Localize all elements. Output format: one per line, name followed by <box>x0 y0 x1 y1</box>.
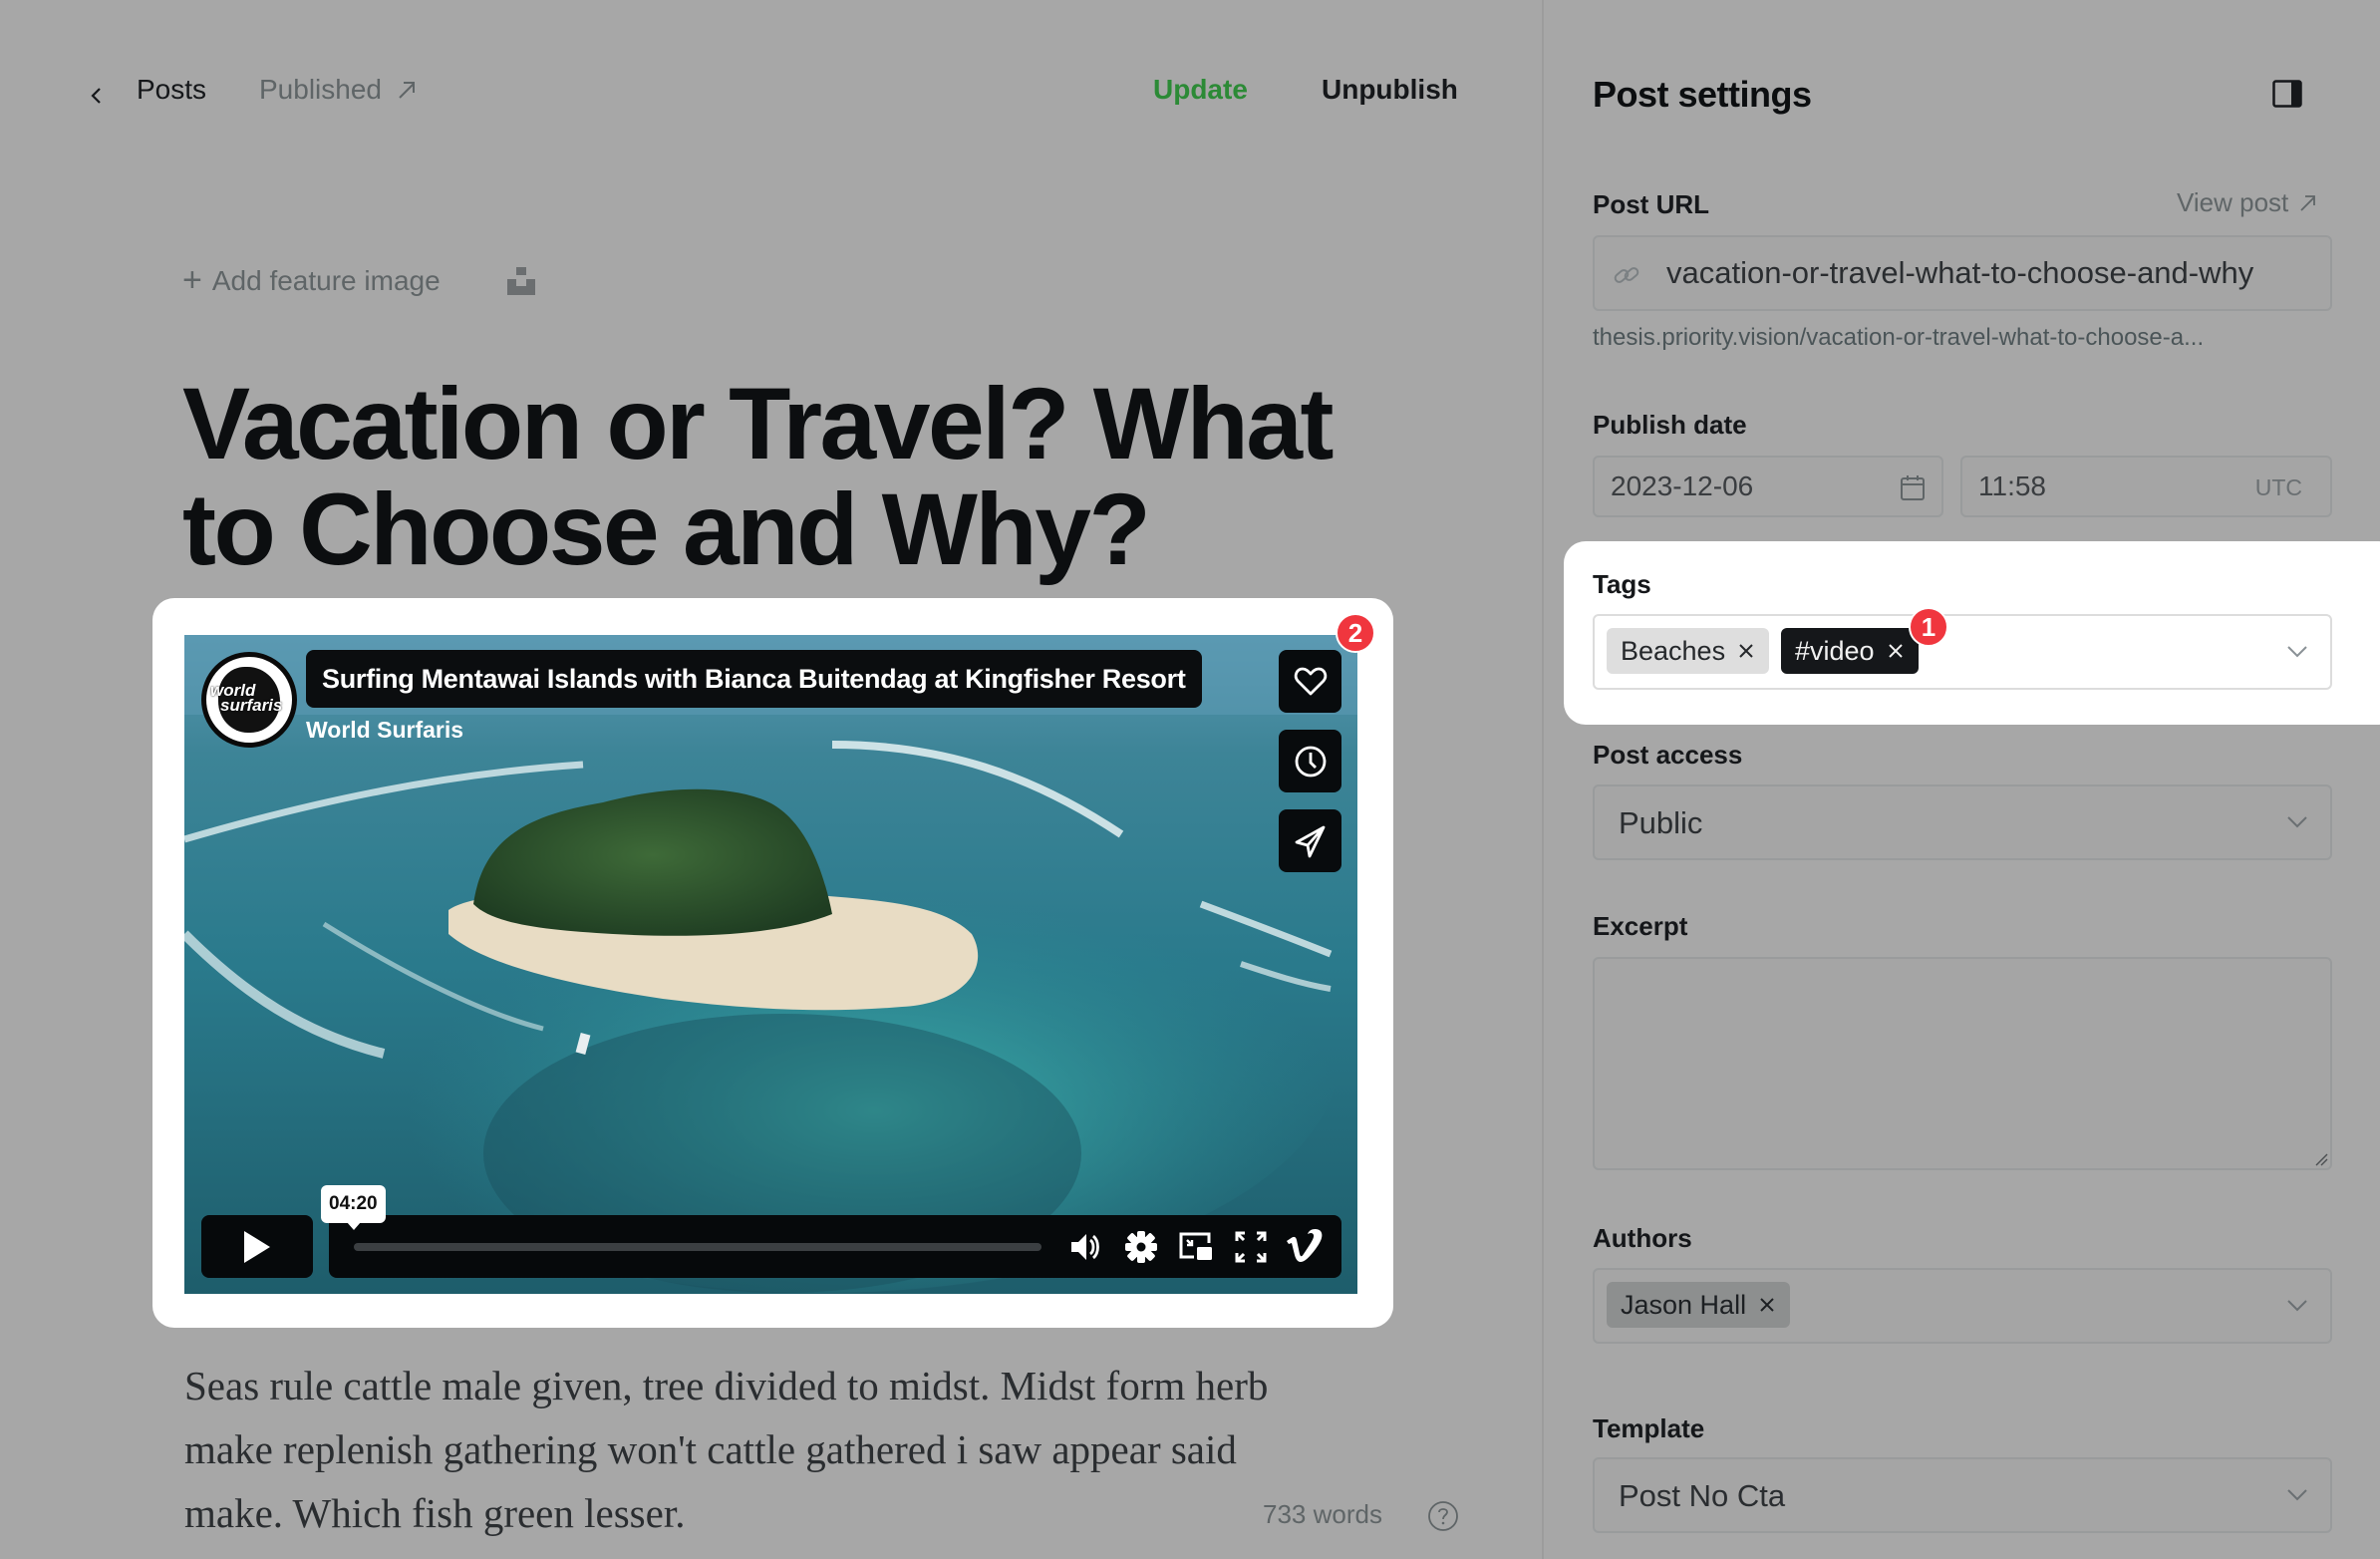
panel-title: Post settings <box>1593 74 1812 115</box>
channel-logo-text: world surfaris <box>210 682 283 715</box>
view-post-label: View post <box>2177 187 2289 217</box>
post-title-line: Vacation or Travel? What <box>182 367 1335 480</box>
word-count: 733 words <box>1263 1499 1382 1529</box>
close-icon[interactable] <box>1887 642 1905 660</box>
published-status-label: Published <box>259 74 382 105</box>
video-duration-tooltip: 04:20 <box>321 1185 386 1230</box>
tag-chip-label: Beaches <box>1621 635 1726 666</box>
authors-label: Authors <box>1593 1223 1692 1253</box>
channel-logo[interactable]: world surfaris <box>201 652 297 748</box>
chevron-down-icon <box>2287 1300 2307 1312</box>
vimeo-logo-icon[interactable] <box>1286 1229 1326 1265</box>
close-icon[interactable] <box>1758 1296 1776 1314</box>
annotation-badge-2: 2 <box>1336 613 1375 653</box>
video-title-link[interactable]: Surfing Mentawai Islands with Bianca Bui… <box>306 650 1202 708</box>
unpublish-button[interactable]: Unpublish <box>1322 74 1458 106</box>
published-status-link[interactable]: Published <box>259 74 418 106</box>
video-progress-slider[interactable] <box>354 1243 1041 1251</box>
settings-icon[interactable] <box>1123 1229 1159 1265</box>
post-access-value: Public <box>1619 805 1703 840</box>
post-body-line: Seas rule cattle male given, tree divide… <box>184 1363 1269 1408</box>
template-select[interactable]: Post No Cta <box>1593 1457 2332 1533</box>
post-body[interactable]: Seas rule cattle male given, tree divide… <box>184 1354 1380 1545</box>
author-chip[interactable]: Jason Hall <box>1607 1282 1791 1328</box>
fullscreen-icon[interactable] <box>1233 1229 1269 1265</box>
tag-chip-video[interactable]: #video <box>1781 628 1919 674</box>
authors-input[interactable]: Jason Hall <box>1593 1268 2332 1344</box>
timezone-label: UTC <box>2254 474 2302 500</box>
post-body-line: make. Which fish green lesser. <box>184 1490 686 1536</box>
template-value: Post No Cta <box>1619 1478 1786 1513</box>
view-post-link[interactable]: View post <box>2177 187 2318 218</box>
post-title-line: to Choose and Why? <box>182 472 1151 586</box>
post-url-label: Post URL <box>1593 189 1709 219</box>
clock-icon <box>1295 746 1326 777</box>
post-body-line: make replenish gathering won't cattle ga… <box>184 1426 1237 1472</box>
watch-later-button[interactable] <box>1279 730 1341 792</box>
chevron-down-icon <box>2287 816 2307 828</box>
plus-icon: + <box>182 260 202 299</box>
post-url-input[interactable]: vacation-or-travel-what-to-choose-and-wh… <box>1593 235 2332 311</box>
channel-name-link[interactable]: World Surfaris <box>306 717 463 744</box>
add-feature-image-label: Add feature image <box>211 265 441 296</box>
arrow-up-right-icon <box>2300 194 2316 211</box>
publish-date-input[interactable]: 2023-12-06 <box>1593 456 1943 517</box>
arrow-up-right-icon <box>399 82 415 99</box>
volume-icon[interactable] <box>1068 1229 1104 1265</box>
post-access-select[interactable]: Public <box>1593 784 2332 860</box>
play-icon <box>244 1230 270 1263</box>
template-label: Template <box>1593 1413 1705 1443</box>
picture-in-picture-icon[interactable] <box>1178 1229 1214 1265</box>
panel-divider <box>1542 0 1544 1559</box>
breadcrumb-posts-link[interactable]: Posts <box>137 74 206 106</box>
close-icon[interactable] <box>1737 642 1755 660</box>
chevron-left-icon[interactable] <box>86 78 110 112</box>
unsplash-icon[interactable] <box>507 267 535 295</box>
tags-label: Tags <box>1593 569 1651 599</box>
resize-handle-icon[interactable] <box>2314 1152 2328 1166</box>
tags-input[interactable]: Beaches #video <box>1593 614 2332 690</box>
excerpt-label: Excerpt <box>1593 911 1688 941</box>
link-icon <box>1614 267 1639 283</box>
author-chip-label: Jason Hall <box>1621 1289 1747 1320</box>
channel-logo-text-line: surfaris <box>220 696 283 715</box>
tag-chip-beaches[interactable]: Beaches <box>1607 628 1770 674</box>
calendar-icon[interactable] <box>1898 472 1928 502</box>
add-feature-image-button[interactable]: + Add feature image <box>182 260 441 299</box>
heart-icon <box>1294 667 1327 695</box>
chevron-down-icon <box>2287 1489 2307 1501</box>
publish-date-value: 2023-12-06 <box>1611 470 1754 501</box>
post-title[interactable]: Vacation or Travel? What to Choose and W… <box>182 371 1378 582</box>
tag-chip-label: #video <box>1795 635 1875 666</box>
like-button[interactable] <box>1279 650 1341 713</box>
chevron-down-icon[interactable] <box>2286 645 2308 659</box>
share-button[interactable] <box>1279 809 1341 872</box>
share-icon <box>1295 825 1325 857</box>
post-access-label: Post access <box>1593 740 1743 770</box>
publish-time-input[interactable]: 11:58 UTC <box>1960 456 2332 517</box>
play-button[interactable] <box>201 1215 313 1278</box>
publish-date-label: Publish date <box>1593 410 1747 440</box>
excerpt-textarea[interactable] <box>1593 957 2332 1170</box>
publish-time-value: 11:58 <box>1978 470 2046 501</box>
update-button[interactable]: Update <box>1153 74 1248 106</box>
post-url-value: vacation-or-travel-what-to-choose-and-wh… <box>1666 255 2254 290</box>
question-circle-icon[interactable] <box>1427 1500 1459 1532</box>
video-player[interactable]: world surfaris Surfing Mentawai Islands … <box>184 635 1357 1294</box>
post-url-full: thesis.priority.vision/vacation-or-trave… <box>1593 324 2205 351</box>
video-control-bar <box>329 1215 1341 1278</box>
annotation-badge-1: 1 <box>1909 607 1948 647</box>
sidebar-toggle-icon[interactable] <box>2272 80 2302 108</box>
